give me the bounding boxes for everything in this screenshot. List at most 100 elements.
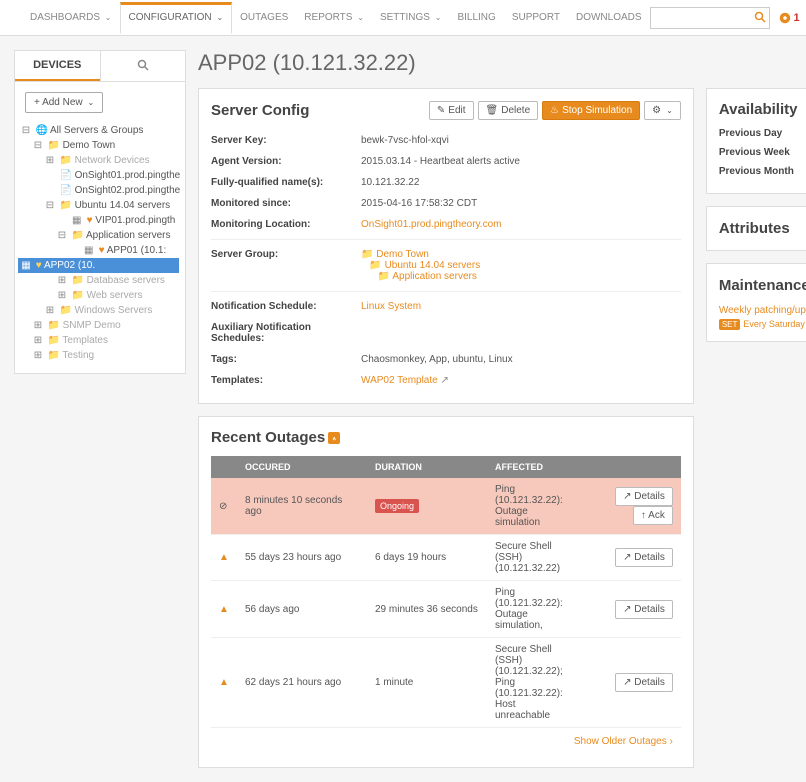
details-button[interactable]: ↗ Details <box>615 673 673 692</box>
chevron-down-icon: ⌄ <box>105 13 112 22</box>
cancel-icon: ⊘ <box>219 501 227 512</box>
tree-demo-town[interactable]: ⊟ 📁 Demo Town <box>21 138 179 153</box>
details-button[interactable]: ↗ Details <box>615 487 673 506</box>
folder-icon: 📁 <box>60 305 70 316</box>
chevron-right-icon: › <box>669 736 672 747</box>
folder-icon: 📁 <box>48 140 58 151</box>
fqdn-label: Fully-qualified name(s): <box>211 177 361 188</box>
tree-onsight02[interactable]: 📄 OnSight02.prod.pingthe <box>21 183 179 198</box>
notif-schedule-link[interactable]: Linux System <box>361 301 421 312</box>
server-key-label: Server Key: <box>211 135 361 146</box>
show-older-outages-link[interactable]: Show Older Outages › <box>574 736 673 747</box>
tree-testing[interactable]: ⊞ 📁 Testing <box>21 348 179 363</box>
nav-reports[interactable]: REPORTS ⌄ <box>296 2 372 33</box>
fire-icon: ♨ <box>550 105 559 116</box>
chevron-down-icon: ⌄ <box>216 13 223 22</box>
folder-icon: 📁 <box>72 275 82 286</box>
rss-icon[interactable]: ៱ <box>328 432 340 444</box>
search-icon[interactable] <box>754 11 766 23</box>
group-demo-link[interactable]: Demo Town <box>376 249 429 260</box>
tree-snmp[interactable]: ⊞ 📁 SNMP Demo <box>21 318 179 333</box>
chevron-down-icon: ⌄ <box>666 106 673 115</box>
chevron-down-icon: ⌄ <box>87 98 94 107</box>
tree-windows-servers[interactable]: ⊞ 📁 Windows Servers <box>21 303 179 318</box>
device-tree: ⊟ 🌐 All Servers & Groups ⊟ 📁 Demo Town ⊞… <box>15 123 185 373</box>
tree-app02-selected[interactable]: ▦ ♥ APP02 (10. <box>18 258 179 273</box>
search-input[interactable] <box>650 7 770 29</box>
monitoring-location-label: Monitoring Location: <box>211 219 361 230</box>
gear-dropdown-button[interactable]: ⚙ ⌄ <box>644 101 681 120</box>
trash-icon: 🗑 <box>486 105 499 116</box>
nav-settings[interactable]: SETTINGS ⌄ <box>372 2 450 33</box>
heart-icon: ♥ <box>99 245 105 256</box>
search-box <box>650 7 770 29</box>
folder-icon: 📁 <box>361 249 373 260</box>
alert-gear[interactable]: 1 <box>778 11 800 25</box>
tree-db-servers[interactable]: ⊞ 📁 Database servers <box>21 273 179 288</box>
server-icon: ▦ <box>84 245 94 256</box>
warning-icon: ▲ <box>219 677 229 688</box>
folder-icon: 📁 <box>369 260 381 271</box>
nav-outages[interactable]: OUTAGES <box>232 2 296 33</box>
sidebar: DEVICES + Add New ⌄ ⊟ 🌐 All Servers & Gr… <box>14 50 186 374</box>
nav-support[interactable]: SUPPORT <box>504 2 568 33</box>
nav-dashboards[interactable]: DASHBOARDS ⌄ <box>22 2 120 33</box>
monitored-since-label: Monitored since: <box>211 198 361 209</box>
monitoring-location-link[interactable]: OnSight01.prod.pingtheory.com <box>361 219 501 230</box>
tree-web-servers[interactable]: ⊞ 📁 Web servers <box>21 288 179 303</box>
external-link-icon[interactable]: ↗ <box>441 375 449 386</box>
group-app-link[interactable]: Application servers <box>392 271 476 282</box>
maintenance-desc-link[interactable]: Weekly patching/updates Linux <box>719 305 806 316</box>
fqdn-value: 10.121.32.22 <box>361 177 681 188</box>
folder-icon: 📁 <box>60 200 70 211</box>
add-new-button[interactable]: + Add New ⌄ <box>25 92 103 113</box>
agent-version-label: Agent Version: <box>211 156 361 167</box>
tree-templates[interactable]: ⊞ 📁 Templates <box>21 333 179 348</box>
stop-simulation-button[interactable]: ♨Stop Simulation <box>542 101 640 120</box>
availability-card: Availability Previous Day100.00%Previous… <box>706 88 806 194</box>
page-title: APP02 (10.121.32.22) <box>198 50 416 76</box>
details-button[interactable]: ↗ Details <box>615 548 673 567</box>
tree-root[interactable]: ⊟ 🌐 All Servers & Groups <box>21 123 179 138</box>
templates-link[interactable]: WAP02 Template <box>361 375 438 386</box>
nav-downloads[interactable]: DOWNLOADS <box>568 2 650 33</box>
nav-billing[interactable]: BILLING <box>449 2 503 33</box>
outages-table-header: OCCURED DURATION AFFECTED <box>211 456 681 478</box>
edit-button[interactable]: ✎Edit <box>429 101 474 120</box>
attributes-title: Attributes <box>719 220 790 237</box>
notif-schedule-label: Notification Schedule: <box>211 301 361 312</box>
server-group-label: Server Group: <box>211 249 361 282</box>
ongoing-badge: Ongoing <box>375 499 419 513</box>
sidebar-tab-search[interactable] <box>100 51 186 81</box>
col-affected: AFFECTED <box>487 456 571 478</box>
details-button[interactable]: ↗ Details <box>615 600 673 619</box>
tree-network-devices[interactable]: ⊞ 📁 Network Devices <box>21 153 179 168</box>
recent-outages-title: Recent Outages <box>211 429 325 446</box>
file-icon: 📄 <box>60 185 70 196</box>
agent-version-value: 2015.03.14 - Heartbeat alerts active <box>361 156 681 167</box>
nav-configuration[interactable]: CONFIGURATION ⌄ <box>120 2 233 34</box>
tree-ubuntu[interactable]: ⊟ 📁 Ubuntu 14.04 servers <box>21 198 179 213</box>
tree-app-servers[interactable]: ⊟ 📁 Application servers <box>21 228 179 243</box>
warning-icon: ▲ <box>219 604 229 615</box>
server-config-title: Server Config <box>211 102 309 119</box>
folder-icon: 📁 <box>378 271 390 282</box>
folder-icon: 📁 <box>72 290 82 301</box>
heart-icon: ♥ <box>36 260 42 271</box>
templates-label: Templates: <box>211 375 361 386</box>
maintenance-schedule-link[interactable]: Every Saturday at 11:00 CDT <box>743 319 806 329</box>
outage-row: ▲62 days 21 hours ago1 minuteSecure Shel… <box>211 638 681 728</box>
monitored-since-value: 2015-04-16 17:58:32 CDT <box>361 198 681 209</box>
tags-value: Chaosmonkey, App, ubuntu, Linux <box>361 354 681 365</box>
delete-button[interactable]: 🗑Delete <box>478 101 539 120</box>
group-ubuntu-link[interactable]: Ubuntu 14.04 servers <box>385 260 481 271</box>
nav-menu: DASHBOARDS ⌄ CONFIGURATION ⌄ OUTAGES REP… <box>22 2 650 33</box>
maintenance-title: Maintenance <box>719 277 806 294</box>
outage-row: ⊘8 minutes 10 seconds agoOngoingPing (10… <box>211 478 681 535</box>
tree-vip01[interactable]: ▦ ♥ VIP01.prod.pingth <box>21 213 179 228</box>
tree-app01[interactable]: ▦ ♥ APP01 (10.1: <box>21 243 179 258</box>
sidebar-tab-devices[interactable]: DEVICES <box>15 51 100 81</box>
tags-label: Tags: <box>211 354 361 365</box>
ack-button[interactable]: ↑ Ack <box>633 506 673 525</box>
tree-onsight01[interactable]: 📄 OnSight01.prod.pingthe <box>21 168 179 183</box>
